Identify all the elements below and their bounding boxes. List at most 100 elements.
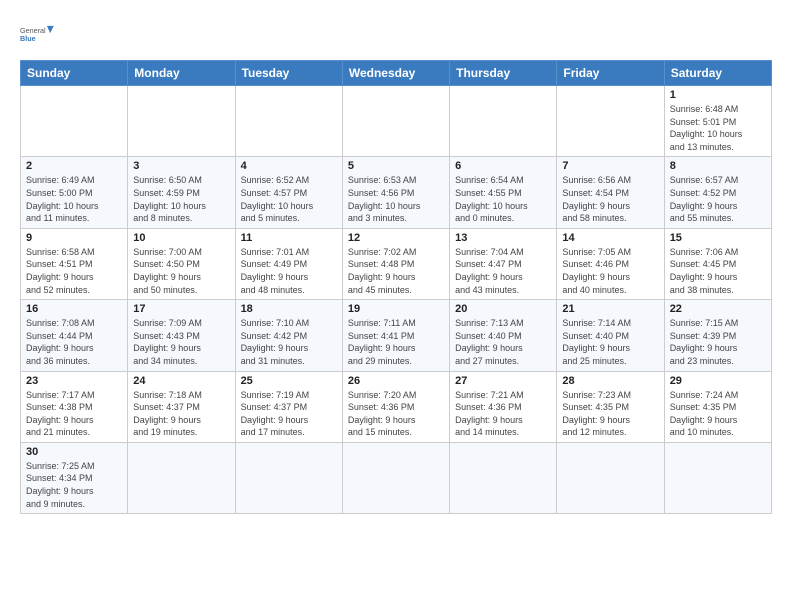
day-number: 9 [26,232,122,244]
day-info: Sunrise: 7:06 AMSunset: 4:45 PMDaylight:… [670,246,766,296]
day-info: Sunrise: 7:04 AMSunset: 4:47 PMDaylight:… [455,246,551,296]
day-number: 8 [670,160,766,172]
calendar-cell [21,86,128,157]
day-number: 17 [133,303,229,315]
calendar-cell: 4 Sunrise: 6:52 AMSunset: 4:57 PMDaylight… [235,157,342,228]
calendar-cell [557,86,664,157]
day-info: Sunrise: 6:52 AMSunset: 4:57 PMDaylight:… [241,174,337,224]
calendar-week-row: 16Sunrise: 7:08 AMSunset: 4:44 PMDayligh… [21,300,772,371]
day-info: Sunrise: 7:25 AMSunset: 4:34 PMDaylight:… [26,460,122,510]
day-info: Sunrise: 6:48 AMSunset: 5:01 PMDaylight:… [670,103,766,153]
day-info: Sunrise: 7:17 AMSunset: 4:38 PMDaylight:… [26,389,122,439]
day-number: 10 [133,232,229,244]
day-info: Sunrise: 7:11 AMSunset: 4:41 PMDaylight:… [348,317,444,367]
day-number: 11 [241,232,337,244]
calendar-cell: 17 Sunrise: 7:09 AMSunset: 4:43 PMDayligh… [128,300,235,371]
calendar-cell [128,86,235,157]
day-info: Sunrise: 7:10 AMSunset: 4:42 PMDaylight:… [241,317,337,367]
weekday-header-tuesday: Tuesday [235,61,342,86]
calendar-cell [235,442,342,513]
calendar-cell: 20 Sunrise: 7:13 AMSunset: 4:40 PMDayligh… [450,300,557,371]
calendar-cell [450,442,557,513]
calendar-cell: 14 Sunrise: 7:05 AMSunset: 4:46 PMDayligh… [557,228,664,299]
day-number: 26 [348,375,444,387]
calendar-week-row: 2Sunrise: 6:49 AMSunset: 5:00 PMDaylight… [21,157,772,228]
calendar-cell [128,442,235,513]
calendar-cell: 11 Sunrise: 7:01 AMSunset: 4:49 PMDayligh… [235,228,342,299]
calendar-cell: 25Sunrise: 7:19 AMSunset: 4:37 PMDayligh… [235,371,342,442]
day-number: 6 [455,160,551,172]
calendar-cell: 24Sunrise: 7:18 AMSunset: 4:37 PMDayligh… [128,371,235,442]
calendar-cell [557,442,664,513]
day-info: Sunrise: 7:00 AMSunset: 4:50 PMDaylight:… [133,246,229,296]
svg-text:Blue: Blue [20,34,36,43]
calendar-cell [342,86,449,157]
page: GeneralBlue SundayMondayTuesdayWednesday… [0,0,792,612]
day-number: 22 [670,303,766,315]
weekday-header-sunday: Sunday [21,61,128,86]
calendar-cell: 1Sunrise: 6:48 AMSunset: 5:01 PMDaylight… [664,86,771,157]
day-number: 19 [348,303,444,315]
day-info: Sunrise: 7:23 AMSunset: 4:35 PMDaylight:… [562,389,658,439]
day-info: Sunrise: 7:21 AMSunset: 4:36 PMDaylight:… [455,389,551,439]
generalblue-logo-icon: GeneralBlue [20,16,56,52]
calendar-cell: 6Sunrise: 6:54 AMSunset: 4:55 PMDaylight… [450,157,557,228]
calendar-cell: 10 Sunrise: 7:00 AMSunset: 4:50 PMDayligh… [128,228,235,299]
day-info: Sunrise: 6:49 AMSunset: 5:00 PMDaylight:… [26,174,122,224]
day-number: 5 [348,160,444,172]
weekday-header-saturday: Saturday [664,61,771,86]
weekday-header-row: SundayMondayTuesdayWednesdayThursdayFrid… [21,61,772,86]
day-info: Sunrise: 7:14 AMSunset: 4:40 PMDaylight:… [562,317,658,367]
day-number: 3 [133,160,229,172]
calendar-cell [235,86,342,157]
day-info: Sunrise: 7:05 AMSunset: 4:46 PMDaylight:… [562,246,658,296]
day-info: Sunrise: 7:09 AMSunset: 4:43 PMDaylight:… [133,317,229,367]
day-info: Sunrise: 7:20 AMSunset: 4:36 PMDaylight:… [348,389,444,439]
calendar-cell: 5 Sunrise: 6:53 AMSunset: 4:56 PMDaylight… [342,157,449,228]
day-number: 4 [241,160,337,172]
calendar-week-row: 9 Sunrise: 6:58 AMSunset: 4:51 PMDaylight… [21,228,772,299]
weekday-header-monday: Monday [128,61,235,86]
day-number: 14 [562,232,658,244]
day-info: Sunrise: 6:56 AMSunset: 4:54 PMDaylight:… [562,174,658,224]
day-info: Sunrise: 7:13 AMSunset: 4:40 PMDaylight:… [455,317,551,367]
day-number: 13 [455,232,551,244]
day-number: 28 [562,375,658,387]
day-number: 29 [670,375,766,387]
header-area: GeneralBlue [20,16,772,52]
day-info: Sunrise: 6:53 AMSunset: 4:56 PMDaylight:… [348,174,444,224]
day-number: 7 [562,160,658,172]
calendar-cell: 23 Sunrise: 7:17 AMSunset: 4:38 PMDayligh… [21,371,128,442]
calendar-week-row: 1Sunrise: 6:48 AMSunset: 5:01 PMDaylight… [21,86,772,157]
day-info: Sunrise: 6:58 AMSunset: 4:51 PMDaylight:… [26,246,122,296]
calendar-cell [342,442,449,513]
calendar-cell: 19 Sunrise: 7:11 AMSunset: 4:41 PMDayligh… [342,300,449,371]
day-info: Sunrise: 7:02 AMSunset: 4:48 PMDaylight:… [348,246,444,296]
calendar-cell: 28 Sunrise: 7:23 AMSunset: 4:35 PMDayligh… [557,371,664,442]
calendar-cell: 2Sunrise: 6:49 AMSunset: 5:00 PMDaylight… [21,157,128,228]
calendar-week-row: 23 Sunrise: 7:17 AMSunset: 4:38 PMDayligh… [21,371,772,442]
calendar-cell: 27 Sunrise: 7:21 AMSunset: 4:36 PMDayligh… [450,371,557,442]
day-number: 15 [670,232,766,244]
calendar-cell: 21 Sunrise: 7:14 AMSunset: 4:40 PMDayligh… [557,300,664,371]
calendar-cell [664,442,771,513]
day-number: 30 [26,446,122,458]
calendar-cell: 13 Sunrise: 7:04 AMSunset: 4:47 PMDayligh… [450,228,557,299]
day-number: 20 [455,303,551,315]
calendar-cell: 22Sunrise: 7:15 AMSunset: 4:39 PMDayligh… [664,300,771,371]
day-number: 18 [241,303,337,315]
day-info: Sunrise: 7:01 AMSunset: 4:49 PMDaylight:… [241,246,337,296]
calendar-cell: 26 Sunrise: 7:20 AMSunset: 4:36 PMDayligh… [342,371,449,442]
day-number: 21 [562,303,658,315]
day-info: Sunrise: 6:50 AMSunset: 4:59 PMDaylight:… [133,174,229,224]
day-info: Sunrise: 7:24 AMSunset: 4:35 PMDaylight:… [670,389,766,439]
calendar-cell: 15 Sunrise: 7:06 AMSunset: 4:45 PMDayligh… [664,228,771,299]
day-number: 23 [26,375,122,387]
weekday-header-thursday: Thursday [450,61,557,86]
calendar-cell: 16Sunrise: 7:08 AMSunset: 4:44 PMDayligh… [21,300,128,371]
day-info: Sunrise: 6:57 AMSunset: 4:52 PMDaylight:… [670,174,766,224]
day-number: 25 [241,375,337,387]
calendar-cell: 7 Sunrise: 6:56 AMSunset: 4:54 PMDaylight… [557,157,664,228]
day-number: 27 [455,375,551,387]
calendar-cell: 8 Sunrise: 6:57 AMSunset: 4:52 PMDaylight… [664,157,771,228]
